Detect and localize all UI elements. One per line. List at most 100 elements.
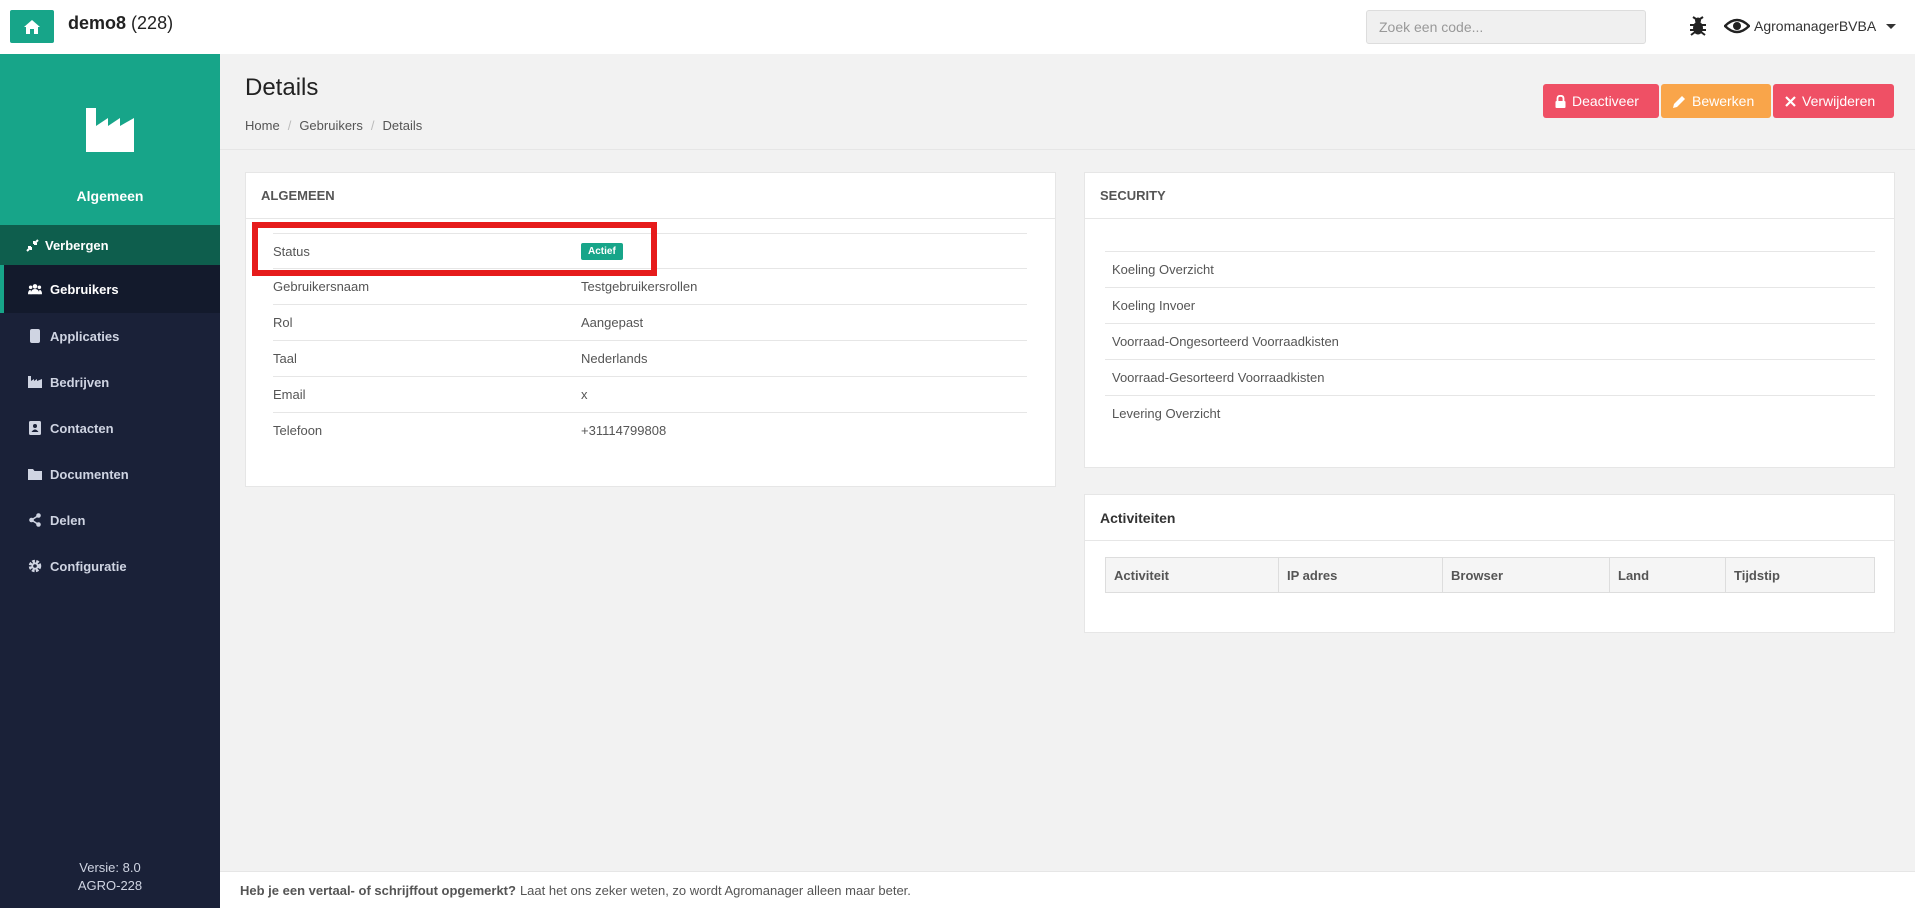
column-header-activiteit[interactable]: Activiteit <box>1106 558 1279 592</box>
sidebar-item-label: Bedrijven <box>50 374 110 390</box>
lock-icon <box>1555 94 1566 108</box>
phone-icon <box>28 329 42 343</box>
footer-text: Laat het ons zeker weten, zo wordt Agrom… <box>519 882 911 898</box>
compress-icon <box>26 238 39 252</box>
eye-icon[interactable] <box>1724 15 1750 37</box>
sidebar-item-delen[interactable]: Delen <box>0 497 220 543</box>
security-card-title: SECURITY <box>1085 173 1894 219</box>
gear-icon <box>28 559 42 573</box>
sidebar-item-bedrijven[interactable]: Bedrijven <box>0 359 220 405</box>
sidebar-hide-toggle[interactable]: Verbergen <box>0 225 220 265</box>
version-info: Versie: 8.0 AGRO-228 <box>0 859 220 895</box>
bug-icon[interactable] <box>1687 15 1709 37</box>
sidebar-item-documenten[interactable]: Documenten <box>0 451 220 497</box>
column-header-land[interactable]: Land <box>1610 558 1726 592</box>
table-row: Taal Nederlands <box>273 340 1027 376</box>
footer: Heb je een vertaal- of schrijffout opgem… <box>220 871 1915 908</box>
breadcrumb-home[interactable]: Home <box>245 118 280 133</box>
list-item: Koeling Overzicht <box>1105 251 1875 287</box>
breadcrumb-details: Details <box>382 118 423 133</box>
general-table: Status Actief Gebruikersnaam Testgebruik… <box>273 233 1027 448</box>
sidebar-item-label: Configuratie <box>50 558 127 574</box>
delete-button[interactable]: Verwijderen <box>1773 84 1894 118</box>
activity-card-title: Activiteiten <box>1085 495 1894 541</box>
table-row: Telefoon +31114799808 <box>273 412 1027 448</box>
sidebar-item-applicaties[interactable]: Applicaties <box>0 313 220 359</box>
activity-table-header: Activiteit IP adres Browser Land Tijdsti… <box>1105 557 1875 593</box>
breadcrumb-separator: / <box>370 118 375 133</box>
row-value: Nederlands <box>581 351 648 366</box>
breadcrumb-gebruikers[interactable]: Gebruikers <box>299 118 363 133</box>
edit-button[interactable]: Bewerken <box>1661 84 1771 118</box>
pencil-icon <box>1673 95 1685 108</box>
activity-card: Activiteiten Activiteit IP adres Browser… <box>1084 494 1895 633</box>
row-label: Taal <box>273 351 297 366</box>
address-book-icon <box>28 421 42 435</box>
sidebar-item-label: Applicaties <box>50 328 120 344</box>
footer-question: Heb je een vertaal- of schrijffout opgem… <box>240 882 516 898</box>
row-label: Gebruikersnaam <box>273 279 370 294</box>
row-value: x <box>581 387 588 402</box>
home-button[interactable] <box>10 10 54 43</box>
page-title: Details <box>245 74 319 101</box>
row-value: +31114799808 <box>581 423 667 438</box>
list-item: Voorraad-Gesorteerd Voorraadkisten <box>1105 359 1875 395</box>
general-card: ALGEMEEN Status Actief Gebruikersnaam Te… <box>245 172 1056 487</box>
chevron-down-icon <box>1886 23 1897 29</box>
table-row: Rol Aangepast <box>273 304 1027 340</box>
sidebar-item-contacten[interactable]: Contacten <box>0 405 220 451</box>
app-count: (228) <box>131 13 174 33</box>
list-item: Levering Overzicht <box>1105 395 1875 431</box>
page-header: Details Home / Gebruikers / Details Deac… <box>220 54 1915 150</box>
users-icon <box>28 282 42 296</box>
sidebar-hide-label: Verbergen <box>45 237 109 253</box>
sidebar-section-title: Algemeen <box>76 188 144 204</box>
factory-icon <box>28 375 42 389</box>
security-list: Koeling Overzicht Koeling Invoer Voorraa… <box>1105 251 1875 431</box>
table-row: Status Actief <box>273 233 1027 268</box>
status-badge: Actief <box>581 242 623 260</box>
user-name: AgromanagerBVBA <box>1754 18 1877 34</box>
row-label: Status <box>273 243 310 259</box>
home-icon <box>24 19 40 34</box>
sidebar: Algemeen Verbergen Gebruikers Applicatie… <box>0 54 220 908</box>
search-input[interactable] <box>1366 10 1646 44</box>
factory-icon <box>86 108 134 152</box>
sidebar-item-configuratie[interactable]: Configuratie <box>0 543 220 589</box>
deactivate-button[interactable]: Deactiveer <box>1543 84 1659 118</box>
build-label: AGRO-228 <box>77 878 143 893</box>
app-name: demo8 <box>68 13 127 33</box>
folder-icon <box>28 467 42 481</box>
app-title: demo8 (228) <box>68 13 173 34</box>
share-icon <box>28 513 42 527</box>
sidebar-item-label: Contacten <box>50 420 114 436</box>
edit-label: Bewerken <box>1692 93 1755 109</box>
row-label: Rol <box>273 315 293 330</box>
row-value: Testgebruikersrollen <box>581 279 698 294</box>
list-item: Voorraad-Ongesorteerd Voorraadkisten <box>1105 323 1875 359</box>
column-header-tijdstip[interactable]: Tijdstip <box>1726 558 1874 592</box>
user-menu[interactable]: AgromanagerBVBA <box>1754 18 1897 34</box>
delete-label: Verwijderen <box>1802 93 1876 109</box>
sidebar-item-label: Delen <box>50 512 86 528</box>
breadcrumb: Home / Gebruikers / Details <box>245 118 422 133</box>
deactivate-label: Deactiveer <box>1572 93 1639 109</box>
table-row: Gebruikersnaam Testgebruikersrollen <box>273 268 1027 304</box>
close-icon <box>1785 95 1796 107</box>
column-header-ip[interactable]: IP adres <box>1279 558 1443 592</box>
sidebar-item-gebruikers[interactable]: Gebruikers <box>0 265 220 313</box>
row-label: Email <box>273 387 306 402</box>
row-value: Aangepast <box>581 315 644 330</box>
list-item: Koeling Invoer <box>1105 287 1875 323</box>
general-card-title: ALGEMEEN <box>246 173 1055 219</box>
column-header-browser[interactable]: Browser <box>1443 558 1610 592</box>
breadcrumb-separator: / <box>287 118 292 133</box>
sidebar-item-label: Documenten <box>50 466 129 482</box>
sidebar-header: Algemeen <box>0 54 220 225</box>
version-label: Versie: 8.0 <box>79 860 141 875</box>
row-label: Telefoon <box>273 423 323 438</box>
top-bar: demo8 (228) AgromanagerBVBA <box>0 0 1915 54</box>
security-card: SECURITY Koeling Overzicht Koeling Invoe… <box>1084 172 1895 468</box>
sidebar-item-label: Gebruikers <box>50 281 119 297</box>
table-row: Email x <box>273 376 1027 412</box>
